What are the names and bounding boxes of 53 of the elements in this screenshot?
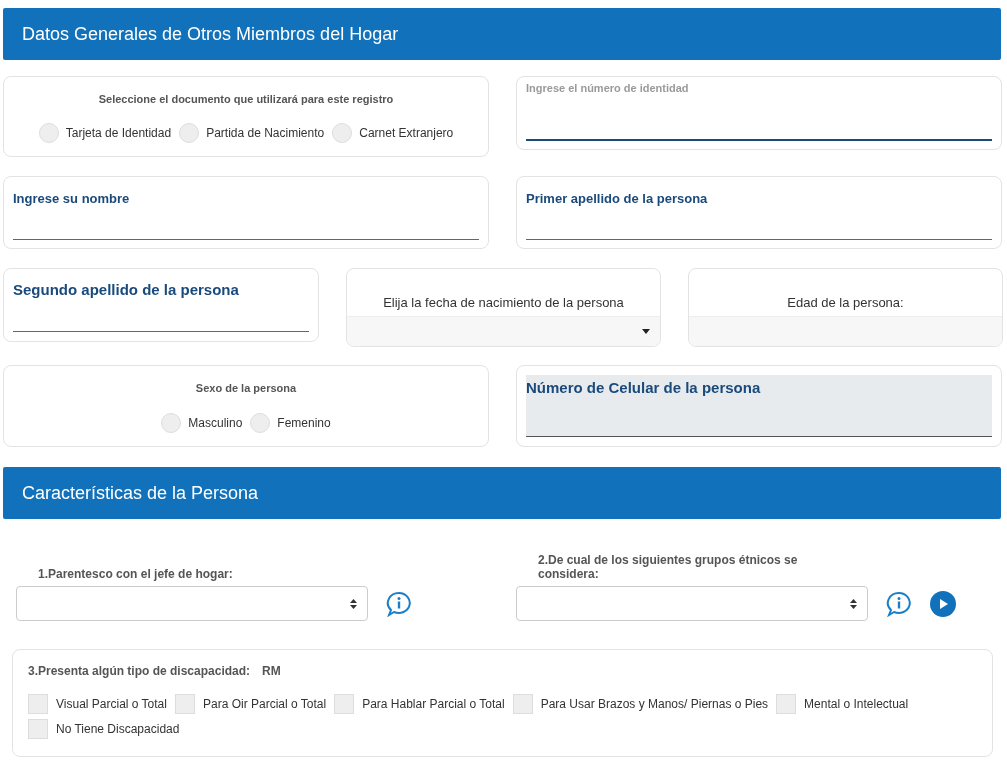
info-speech-bubble-icon[interactable] xyxy=(386,590,412,617)
checkbox-label: Visual Parcial o Total xyxy=(56,697,167,711)
question-label: 1.Parentesco con el jefe de hogar: xyxy=(37,566,234,581)
radio-button[interactable] xyxy=(38,123,59,143)
checkbox-option[interactable]: No Tiene Discapacidad xyxy=(28,719,180,739)
input-field[interactable]: Número de Celular de la persona xyxy=(526,375,992,437)
checkbox[interactable] xyxy=(334,694,355,714)
select-field[interactable] xyxy=(516,586,868,621)
radio-option[interactable]: Femenino xyxy=(250,413,331,433)
checkbox-option[interactable]: Para Hablar Parcial o Total xyxy=(334,694,505,714)
checkbox-label: Para Oir Parcial o Total xyxy=(202,697,327,711)
radio-option[interactable]: Carnet Extranjero xyxy=(332,123,454,143)
code-label: RM xyxy=(262,664,281,678)
question-label: 2.De cual de los siguientes grupos étnicos se considera: xyxy=(537,552,799,581)
section-header: Datos Generales de Otros Miembros del Hogar xyxy=(3,8,1001,60)
radio-option[interactable]: Tarjeta de Identidad xyxy=(38,123,172,143)
checkbox[interactable] xyxy=(776,694,797,714)
select-field[interactable] xyxy=(16,586,368,621)
checkbox[interactable] xyxy=(174,694,195,714)
radio-option[interactable]: Masculino xyxy=(161,413,243,433)
radio-option[interactable]: Partida de Nacimiento xyxy=(179,123,325,143)
question-label: 3.Presenta algún tipo de discapacidad: xyxy=(28,664,251,678)
field-label: Seleccione el documento que utilizará para este registro xyxy=(97,93,395,105)
radio-button[interactable] xyxy=(161,413,182,433)
field-label: Elija la fecha de nacimiento de la persona xyxy=(382,294,625,312)
checkbox[interactable] xyxy=(512,694,533,714)
checkbox[interactable] xyxy=(28,694,48,714)
checkbox-label: Mental o Intelectual xyxy=(804,697,909,711)
field-label: Sexo de la persona xyxy=(194,382,298,394)
checkbox-label: Para Usar Brazos y Manos/ Piernas o Pies xyxy=(540,697,769,711)
radio-label: Femenino xyxy=(277,416,331,430)
checkbox-option[interactable]: Visual Parcial o Total xyxy=(28,694,167,714)
info-speech-bubble-icon[interactable] xyxy=(886,590,912,617)
radio-label: Partida de Nacimiento xyxy=(206,126,325,140)
checkbox-option[interactable]: Para Oir Parcial o Total xyxy=(174,694,327,714)
up-down-arrows-icon xyxy=(850,598,857,609)
up-down-arrows-icon xyxy=(350,598,357,609)
radio-button[interactable] xyxy=(332,123,353,143)
radio-label: Carnet Extranjero xyxy=(359,126,454,140)
dropdown-caret-icon xyxy=(642,329,650,334)
section-header: Características de la Persona xyxy=(3,467,1001,519)
checkbox-label: Para Hablar Parcial o Total xyxy=(362,697,505,711)
radio-button[interactable] xyxy=(250,413,271,433)
radio-button[interactable] xyxy=(179,123,200,143)
date-dropdown[interactable] xyxy=(347,316,660,346)
field-label: Edad de la persona: xyxy=(786,294,905,312)
checkbox-label: No Tiene Discapacidad xyxy=(56,722,180,736)
checkbox-option[interactable]: Mental o Intelectual xyxy=(776,694,909,714)
radio-label: Tarjeta de Identidad xyxy=(65,126,172,140)
play-icon[interactable] xyxy=(930,590,956,617)
radio-label: Masculino xyxy=(188,416,243,430)
checkbox[interactable] xyxy=(28,719,48,739)
checkbox-option[interactable]: Para Usar Brazos y Manos/ Piernas o Pies xyxy=(512,694,769,714)
